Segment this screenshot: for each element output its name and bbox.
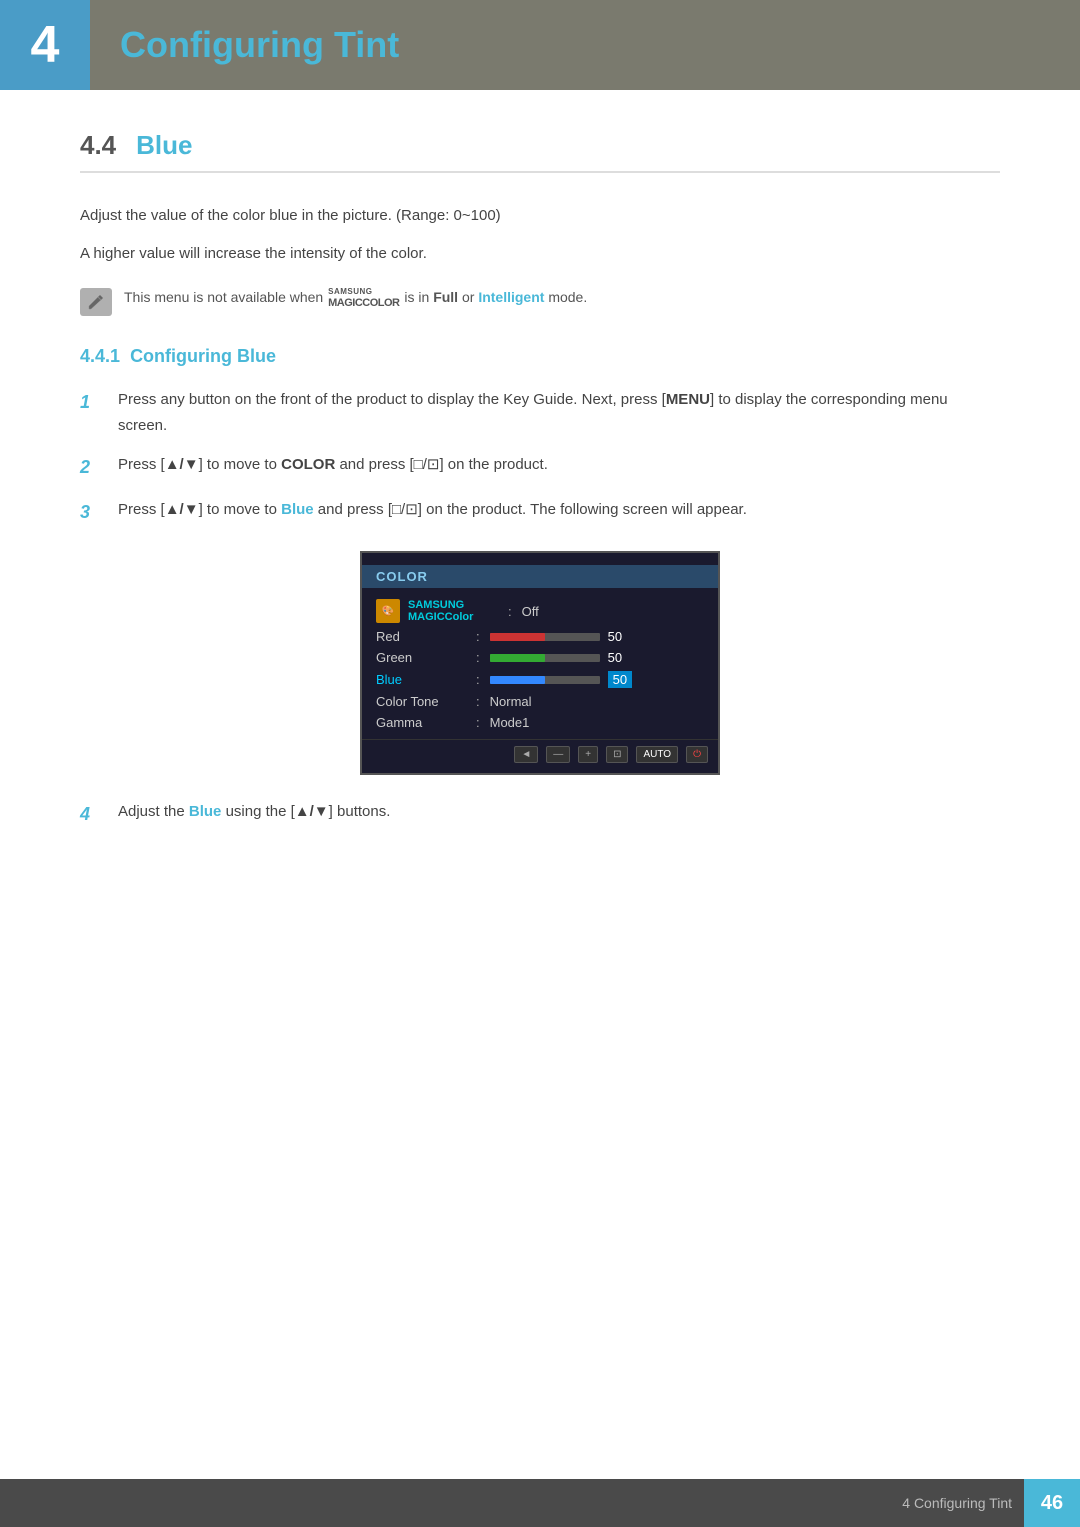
osd-nav-enter: ⊡: [606, 746, 628, 763]
osd-nav-plus: +: [578, 746, 598, 763]
step-2-text: Press [▲/▼] to move to COLOR and press […: [118, 452, 1000, 478]
steps-list-2: 4 Adjust the Blue using the [▲/▼] button…: [80, 799, 1000, 830]
subsection-title: Configuring Blue: [130, 346, 276, 366]
step-2-arrows: ▲/▼: [165, 456, 199, 473]
osd-row-gamma: Gamma : Mode1: [362, 712, 718, 733]
step-1: 1 Press any button on the front of the p…: [80, 387, 1000, 438]
section-number: 4.4: [80, 130, 116, 161]
steps-list: 1 Press any button on the front of the p…: [80, 387, 1000, 527]
step-4-arrows: ▲/▼: [295, 803, 329, 820]
subsection-number: 4.4.1: [80, 346, 120, 366]
chapter-number: 4: [0, 0, 90, 90]
osd-red-bar-bg: [490, 633, 600, 641]
chapter-number-area: 4: [0, 0, 90, 90]
osd-green-label: Green: [376, 650, 476, 665]
footer-page-number: 46: [1024, 1479, 1080, 1527]
osd-nav-left: ◄: [514, 746, 538, 763]
section-heading: 4.4 Blue: [80, 130, 1000, 173]
step-3-arrows: ▲/▼: [165, 501, 199, 518]
step-2-number: 2: [80, 452, 110, 483]
osd-title: COLOR: [362, 565, 718, 588]
osd-gamma-value: Mode1: [490, 715, 530, 730]
note-box: This menu is not available when SAMSUNGM…: [80, 286, 1000, 316]
section-title: Blue: [136, 130, 192, 161]
osd-green-value: 50: [608, 650, 628, 665]
step-4-blue: Blue: [189, 803, 222, 820]
note-full: Full: [433, 289, 458, 305]
osd-color-tone-value: Normal: [490, 694, 532, 709]
description-1: Adjust the value of the color blue in th…: [80, 203, 1000, 229]
osd-red-value: 50: [608, 629, 628, 644]
osd-nav-power: ⏻: [686, 746, 708, 763]
osd-screenshot-container: COLOR 🎨 SAMSUNGMAGICColor : Off Red : 50: [80, 551, 1000, 775]
brand-magic-color: SAMSUNGMAGICColor: [328, 288, 399, 309]
note-text: This menu is not available when SAMSUNGM…: [124, 286, 587, 309]
step-3-number: 3: [80, 497, 110, 528]
osd-nav-bar: ◄ — + ⊡ AUTO ⏻: [362, 739, 718, 765]
osd-nav-auto: AUTO: [636, 746, 678, 763]
page-footer: 4 Configuring Tint 46: [0, 1479, 1080, 1527]
osd-brand-value: Off: [522, 604, 539, 619]
subsection-heading: 4.4.1 Configuring Blue: [80, 346, 1000, 367]
step-3-blue: Blue: [281, 501, 314, 518]
osd-blue-bar-container: 50: [490, 671, 704, 688]
osd-blue-label: Blue: [376, 672, 476, 687]
main-content: 4.4 Blue Adjust the value of the color b…: [0, 90, 1080, 924]
osd-row-blue: Blue : 50: [362, 668, 718, 691]
note-end: mode.: [544, 289, 587, 305]
step-1-text: Press any button on the front of the pro…: [118, 387, 1000, 438]
step-1-number: 1: [80, 387, 110, 418]
step-3-text: Press [▲/▼] to move to Blue and press [□…: [118, 497, 1000, 523]
osd-row-red: Red : 50: [362, 626, 718, 647]
step-2: 2 Press [▲/▼] to move to COLOR and press…: [80, 452, 1000, 483]
note-intelligent: Intelligent: [478, 289, 544, 305]
osd-green-bar-container: 50: [490, 650, 704, 665]
osd-brand-row: 🎨 SAMSUNGMAGICColor : Off: [362, 596, 718, 626]
osd-menu: COLOR 🎨 SAMSUNGMAGICColor : Off Red : 50: [360, 551, 720, 775]
osd-gamma-label: Gamma: [376, 715, 476, 730]
description-2: A higher value will increase the intensi…: [80, 241, 1000, 267]
osd-green-bar-fill: [490, 654, 545, 662]
chapter-title: Configuring Tint: [120, 24, 399, 66]
step-1-key-menu: MENU: [666, 391, 710, 408]
osd-blue-bar-bg: [490, 676, 600, 684]
osd-red-bar-container: 50: [490, 629, 704, 644]
note-or: or: [458, 289, 478, 305]
note-icon: [80, 288, 112, 316]
footer-text: 4 Configuring Tint: [902, 1495, 1024, 1511]
note-suffix: is in: [401, 289, 434, 305]
note-prefix: This menu is not available when: [124, 289, 327, 305]
step-4-number: 4: [80, 799, 110, 830]
osd-green-bar-bg: [490, 654, 600, 662]
osd-row-color-tone: Color Tone : Normal: [362, 691, 718, 712]
osd-row-green: Green : 50: [362, 647, 718, 668]
osd-red-label: Red: [376, 629, 476, 644]
osd-nav-minus: —: [546, 746, 570, 763]
osd-brand-label: SAMSUNGMAGICColor: [408, 599, 508, 623]
osd-blue-bar-fill: [490, 676, 545, 684]
step-3: 3 Press [▲/▼] to move to Blue and press …: [80, 497, 1000, 528]
step-4: 4 Adjust the Blue using the [▲/▼] button…: [80, 799, 1000, 830]
osd-red-bar-fill: [490, 633, 545, 641]
chapter-header: 4 Configuring Tint: [0, 0, 1080, 90]
osd-color-tone-label: Color Tone: [376, 694, 476, 709]
pencil-icon: [86, 292, 106, 312]
step-2-color: COLOR: [281, 456, 335, 473]
osd-brand-icon: 🎨: [376, 599, 400, 623]
osd-blue-value: 50: [608, 671, 632, 688]
step-4-text: Adjust the Blue using the [▲/▼] buttons.: [118, 799, 1000, 825]
